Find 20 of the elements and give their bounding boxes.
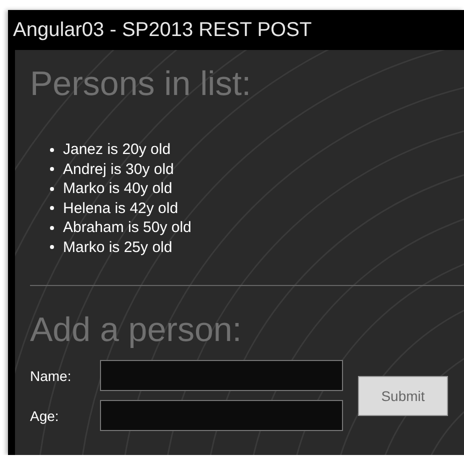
field-label: Age: bbox=[30, 408, 60, 424]
section-heading: Add a person: bbox=[30, 310, 243, 350]
bullet-icon bbox=[50, 148, 54, 152]
bullet-icon bbox=[50, 206, 54, 210]
field-label: Name: bbox=[30, 368, 72, 384]
person-item: Marko is 40y old bbox=[63, 180, 172, 198]
submit-button[interactable]: Submit bbox=[358, 376, 448, 416]
bullet-icon bbox=[50, 167, 54, 172]
section-heading: Persons in list: bbox=[30, 64, 252, 104]
person-item: Andrej is 30y old bbox=[63, 160, 174, 178]
person-item: Helena is 42y old bbox=[63, 200, 178, 217]
person-item: Janez is 20y old bbox=[63, 141, 171, 158]
window-title: Angular03 - SP2013 REST POST bbox=[13, 18, 312, 42]
bullet-icon bbox=[50, 186, 54, 191]
input-field[interactable] bbox=[100, 400, 343, 431]
person-item: Abraham is 50y old bbox=[63, 219, 192, 236]
bullet-icon bbox=[50, 245, 54, 250]
input-field[interactable] bbox=[100, 360, 343, 391]
person-item: Marko is 25y old bbox=[63, 238, 172, 256]
bullet-icon bbox=[50, 226, 54, 230]
